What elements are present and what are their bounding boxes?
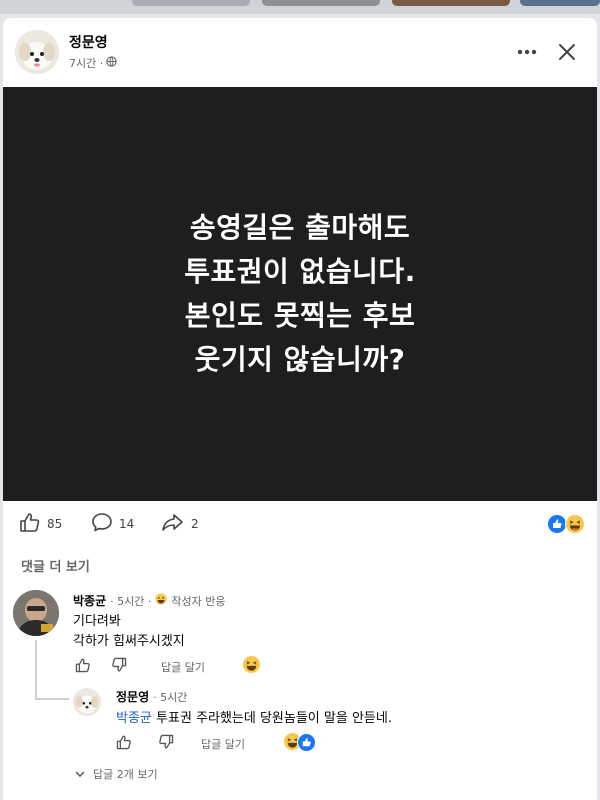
comment-action[interactable]: 14 [91, 512, 134, 535]
like-reaction-icon[interactable] [548, 515, 566, 533]
reply-text: 박종균 투표권 주라했는데 당원놈들이 말을 안듣네. [116, 707, 392, 726]
thread-line [35, 698, 69, 700]
comment-bubble-icon [91, 512, 113, 535]
reply-meta: 정문영 · 5시간 [116, 688, 187, 705]
comment-author[interactable]: 박종균 [73, 592, 106, 609]
thread-line [35, 640, 37, 698]
story-thumb[interactable] [262, 0, 380, 6]
haha-reaction-icon[interactable] [243, 656, 260, 673]
comment-text-line: 기다려봐 [73, 614, 121, 629]
reply-author-avatar[interactable] [73, 688, 101, 716]
reply-button[interactable]: 답글 달기 [161, 659, 205, 675]
post-meta: 7시간 · [69, 55, 117, 71]
more-options-icon[interactable] [513, 38, 541, 66]
globe-icon [106, 56, 117, 70]
share-arrow-icon [161, 512, 185, 535]
image-text-line: 송영길은 출마해도 [189, 211, 411, 244]
reply-like-button[interactable] [116, 734, 132, 753]
post-time[interactable]: 7시간 · [69, 55, 103, 71]
like-action[interactable]: 85 [19, 512, 62, 535]
commenter-avatar[interactable] [13, 590, 59, 636]
post-card: 정문영 7시간 · 송영길은 출마해도 투표권이 없습니다. 본인도 못찍는 후… [3, 18, 597, 800]
thumbs-up-icon [116, 734, 132, 753]
post-author-name[interactable]: 정문영 [69, 32, 108, 52]
like-reaction-icon[interactable] [297, 733, 316, 752]
image-text-line: 투표권이 없습니다. [184, 255, 416, 288]
reply-time[interactable]: · 5시간 [153, 689, 187, 705]
story-thumb[interactable] [520, 0, 600, 6]
reply-dislike-button[interactable] [158, 734, 174, 753]
comment-text-line: 각하가 힘써주시겠지 [73, 634, 185, 649]
comment-like-button[interactable] [75, 657, 91, 676]
thumbs-up-icon [19, 512, 41, 535]
story-thumb[interactable] [132, 0, 250, 6]
share-action[interactable]: 2 [161, 512, 199, 535]
view-replies-link[interactable]: 답글 2개 보기 [75, 766, 158, 782]
author-reaction-badge: 작성자 반응 [171, 594, 226, 608]
thumbs-down-icon [111, 657, 127, 676]
reply-text-body: 투표권 주라했는데 당원놈들이 말을 안듣네. [151, 711, 392, 726]
top-strip [0, 0, 600, 14]
comment-dislike-button[interactable] [111, 657, 127, 676]
post-image-text: 송영길은 출마해도 투표권이 없습니다. 본인도 못찍는 후보 웃기지 않습니까… [184, 206, 415, 382]
share-count: 2 [191, 516, 199, 531]
image-text-line: 웃기지 않습니까? [194, 343, 406, 376]
story-thumb[interactable] [392, 0, 510, 6]
comment-count: 14 [119, 516, 135, 531]
comment-time[interactable]: · 5시간 · [110, 593, 151, 609]
chevron-down-icon [75, 768, 85, 781]
more-comments-link[interactable]: 댓글 더 보기 [21, 556, 90, 575]
reply-author[interactable]: 정문영 [116, 688, 149, 705]
comment-meta: 박종균 · 5시간 · 작성자 반응 [73, 592, 225, 609]
like-count: 85 [47, 516, 63, 531]
image-text-line: 본인도 못찍는 후보 [184, 299, 416, 332]
haha-badge-icon [155, 593, 168, 608]
mention-link[interactable]: 박종균 [116, 711, 152, 726]
view-replies-label: 답글 2개 보기 [93, 768, 158, 781]
thumbs-up-icon [75, 657, 91, 676]
haha-reaction-icon[interactable] [565, 514, 585, 534]
close-icon[interactable] [553, 38, 581, 66]
reply-reply-button[interactable]: 답글 달기 [201, 736, 245, 752]
thumbs-down-icon [158, 734, 174, 753]
author-avatar[interactable] [15, 30, 59, 74]
post-image[interactable]: 송영길은 출마해도 투표권이 없습니다. 본인도 못찍는 후보 웃기지 않습니까… [3, 87, 597, 501]
